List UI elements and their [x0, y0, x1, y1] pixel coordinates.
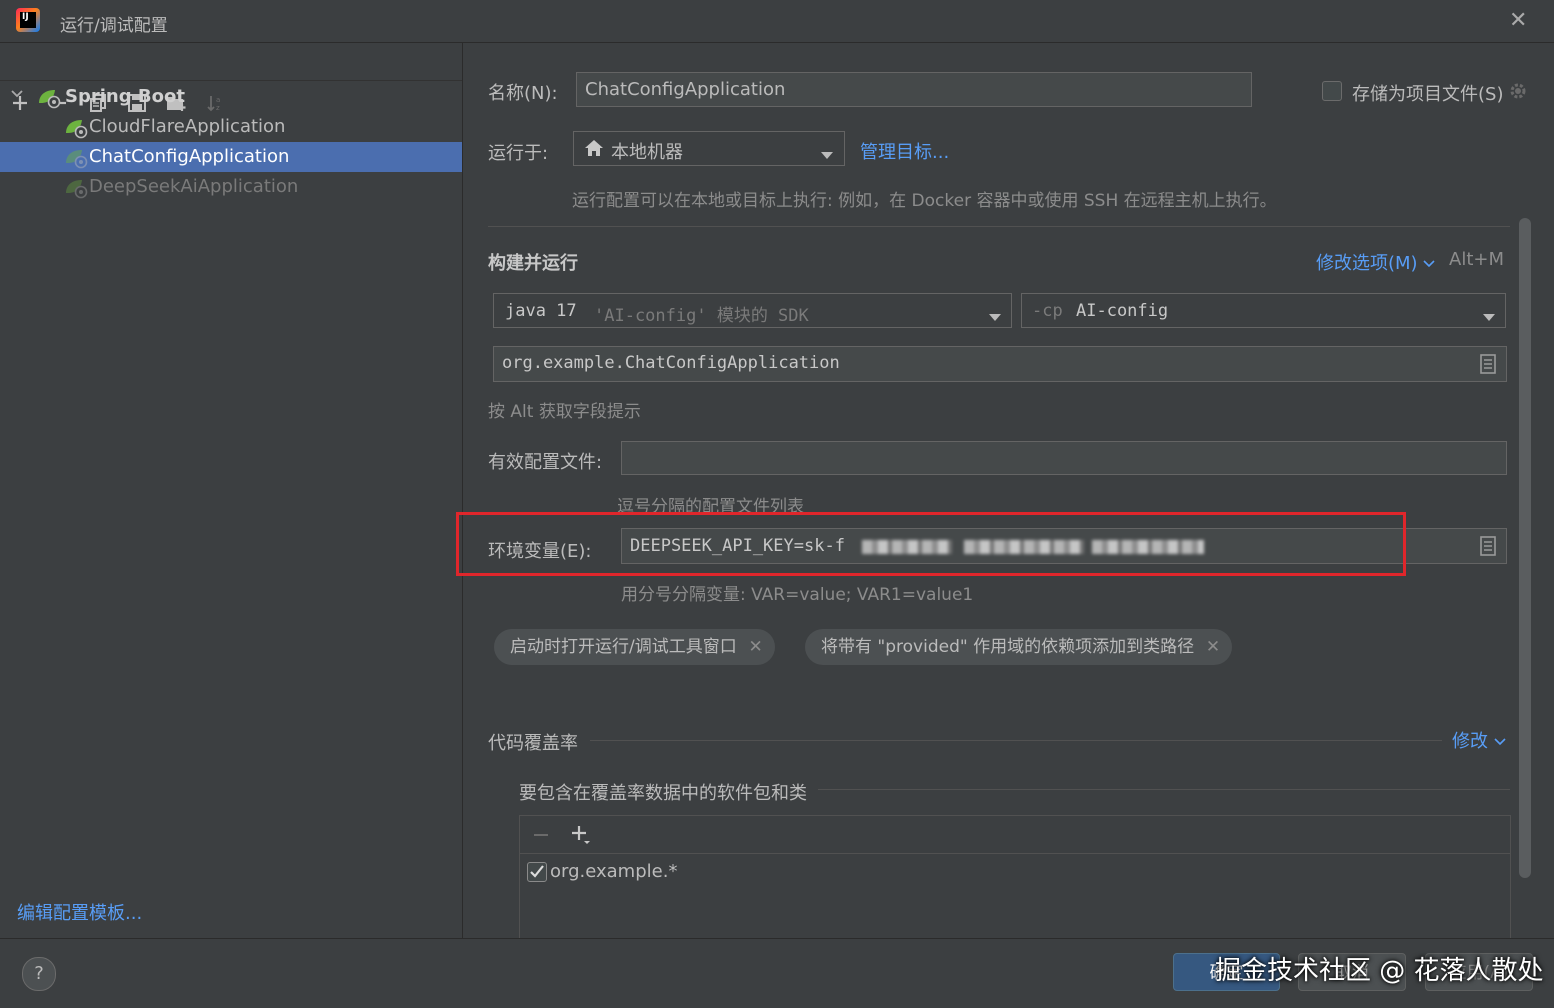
cp-value: AI-config — [1076, 301, 1169, 321]
main-class-value: org.example.ChatConfigApplication — [502, 353, 840, 373]
env-vars-hint: 用分号分隔变量: VAR=value; VAR1=value1 — [621, 585, 974, 605]
coverage-subtitle: 要包含在覆盖率数据中的软件包和类 — [519, 783, 807, 804]
tree-item-selected[interactable]: ChatConfigApplication — [0, 142, 462, 172]
main-class-input[interactable]: org.example.ChatConfigApplication — [493, 346, 1507, 382]
chevron-down-icon — [1423, 260, 1435, 268]
modify-options-shortcut: Alt+M — [1449, 249, 1504, 270]
browse-icon[interactable] — [1480, 354, 1496, 379]
jdk-dropdown[interactable]: java 17 'AI-config' 模块的 SDK — [493, 293, 1012, 328]
chevron-down-icon — [1494, 738, 1506, 746]
tree-item-label: CloudFlareApplication — [89, 116, 286, 137]
coverage-title: 代码覆盖率 — [488, 733, 578, 754]
tree-group-label: Spring Boot — [65, 86, 185, 107]
tree-toolbar: az — [0, 43, 462, 112]
run-on-hint: 运行配置可以在本地或目标上执行: 例如，在 Docker 容器中或使用 SSH … — [572, 191, 1277, 211]
close-icon[interactable]: ✕ — [748, 629, 762, 665]
dropdown-arrow-icon — [820, 145, 834, 165]
dropdown-arrow-icon — [1482, 307, 1496, 327]
run-on-label: 运行于: — [488, 143, 549, 164]
chip-label: 启动时打开运行/调试工具窗口 — [510, 637, 737, 657]
logo-text: IJ — [20, 12, 36, 28]
browse-icon[interactable] — [1480, 536, 1496, 561]
name-input[interactable] — [576, 72, 1252, 107]
name-label: 名称(N): — [488, 83, 558, 104]
gear-icon[interactable] — [1507, 80, 1529, 107]
home-icon — [584, 139, 604, 162]
edit-templates-link[interactable]: 编辑配置模板... — [17, 899, 142, 925]
separator — [818, 789, 1510, 790]
separator — [590, 740, 1442, 741]
active-profiles-label: 有效配置文件: — [488, 452, 603, 473]
cp-prefix: -cp — [1032, 301, 1063, 321]
manage-targets-link[interactable]: 管理目标... — [860, 138, 949, 164]
tree-group-spring-boot[interactable]: Spring Boot — [0, 82, 462, 112]
classpath-dropdown[interactable]: -cp AI-config — [1021, 293, 1506, 328]
close-icon[interactable]: ✕ — [1509, 8, 1527, 33]
help-icon: ? — [34, 963, 44, 984]
run-on-value: 本地机器 — [611, 142, 683, 163]
highlight-box — [456, 512, 1406, 576]
separator — [488, 226, 1510, 227]
close-icon[interactable]: ✕ — [1206, 629, 1220, 665]
jdk-hint: 'AI-config' 模块的 SDK — [594, 306, 809, 326]
coverage-item-checkbox[interactable] — [527, 862, 547, 882]
coverage-modify-link[interactable]: 修改 — [1452, 727, 1506, 753]
tree-item-label: ChatConfigApplication — [89, 146, 290, 167]
jdk-main: java 17 — [505, 301, 577, 321]
tree-item[interactable]: DeepSeekAiApplication — [0, 172, 462, 202]
alt-hint: 按 Alt 获取字段提示 — [488, 402, 641, 422]
scrollbar[interactable] — [1519, 218, 1531, 878]
watermark: 掘金技术社区 @ 花落人散处 — [1215, 956, 1544, 986]
dropdown-arrow-icon — [988, 307, 1002, 327]
add-dropdown-icon[interactable] — [570, 824, 592, 851]
store-as-file-checkbox[interactable] — [1322, 81, 1342, 101]
help-button[interactable]: ? — [22, 957, 56, 991]
coverage-modify-label: 修改 — [1452, 731, 1488, 752]
tree-item[interactable]: CloudFlareApplication — [0, 112, 462, 142]
chip-label: 将带有 "provided" 作用域的依赖项添加到类路径 — [821, 637, 1195, 657]
window-title: 运行/调试配置 — [60, 16, 168, 36]
checkmark-icon — [530, 865, 544, 878]
title-bar: IJ 运行/调试配置 ✕ — [0, 0, 1554, 43]
modify-options-link[interactable]: 修改选项(M) — [1316, 249, 1435, 275]
option-chip[interactable]: 将带有 "provided" 作用域的依赖项添加到类路径 ✕ — [805, 629, 1233, 665]
tree-item-label: DeepSeekAiApplication — [89, 176, 299, 197]
run-on-dropdown[interactable]: 本地机器 — [573, 131, 845, 166]
spring-app-icon — [63, 177, 89, 209]
coverage-list: org.example.* — [519, 815, 1511, 938]
intellij-logo-icon: IJ — [16, 8, 40, 32]
chevron-down-icon[interactable] — [10, 82, 24, 112]
build-section-title: 构建并运行 — [488, 253, 578, 274]
active-profiles-input[interactable] — [621, 441, 1507, 475]
remove-icon[interactable] — [532, 826, 550, 849]
store-as-file-label: 存储为项目文件(S) — [1352, 84, 1504, 105]
coverage-item-label: org.example.* — [550, 861, 678, 882]
coverage-list-toolbar — [520, 816, 1510, 854]
modify-options-label: 修改选项(M) — [1316, 253, 1418, 274]
option-chip[interactable]: 启动时打开运行/调试工具窗口 ✕ — [494, 629, 775, 665]
